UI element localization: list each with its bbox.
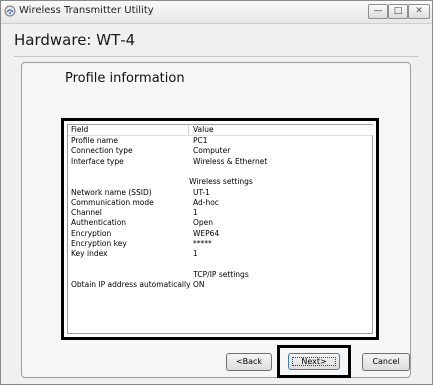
table-row[interactable]: Network name (SSID) UT-1 bbox=[68, 188, 374, 198]
column-divider[interactable] bbox=[188, 125, 189, 135]
field-cell: Encryption key bbox=[71, 239, 127, 248]
field-cell: Encryption bbox=[71, 229, 112, 238]
table-row[interactable]: Profile name PC1 bbox=[68, 136, 374, 146]
maximize-button[interactable]: □ bbox=[388, 4, 408, 19]
field-cell: Obtain IP address automatically bbox=[71, 280, 191, 289]
column-header-value[interactable]: Value bbox=[193, 125, 369, 135]
field-cell: Authentication bbox=[71, 218, 127, 227]
field-cell: Communication mode bbox=[71, 198, 154, 207]
field-cell bbox=[71, 167, 187, 177]
field-cell: Network name (SSID) bbox=[71, 188, 152, 197]
value-cell: PC1 bbox=[193, 136, 208, 145]
table-row[interactable]: Encryption key ***** bbox=[68, 239, 374, 249]
table-row[interactable]: Obtain IP address automatically ON bbox=[68, 280, 374, 290]
field-cell: Connection type bbox=[71, 146, 133, 155]
value-cell: Computer bbox=[193, 146, 231, 155]
value-cell: WEP64 bbox=[193, 229, 220, 238]
value-cell: Ad-hoc bbox=[193, 198, 219, 207]
field-cell: Profile name bbox=[71, 136, 118, 145]
utility-window: Wireless Transmitter Utility — □ ✕ Hardw… bbox=[0, 0, 433, 385]
hardware-title: Hardware: WT‑4 bbox=[14, 31, 136, 49]
column-header-field[interactable]: Field bbox=[71, 125, 187, 135]
title-bar[interactable]: Wireless Transmitter Utility — □ ✕ bbox=[1, 1, 432, 24]
value-cell: ***** bbox=[193, 239, 212, 248]
next-button-highlight: Next> bbox=[277, 345, 351, 378]
value-cell: 1 bbox=[193, 208, 198, 217]
section-heading: TCP/IP settings bbox=[193, 270, 249, 279]
section-heading-row[interactable]: Wireless settings bbox=[68, 177, 374, 187]
field-cell bbox=[71, 260, 187, 270]
table-row[interactable]: Channel 1 bbox=[68, 208, 374, 218]
field-cell: Interface type bbox=[71, 157, 124, 166]
table-row[interactable]: Key index 1 bbox=[68, 249, 374, 259]
value-cell: 1 bbox=[193, 249, 198, 258]
value-cell: ON bbox=[193, 280, 205, 289]
table-row[interactable]: Encryption WEP64 bbox=[68, 229, 374, 239]
table-header: Field Value bbox=[68, 125, 374, 136]
profile-table[interactable]: Field Value Profile name PC1 Connection ty… bbox=[67, 124, 374, 334]
panel-title: Profile information bbox=[65, 71, 185, 86]
next-button[interactable]: Next> bbox=[288, 353, 340, 370]
table-row[interactable]: Connection type Computer bbox=[68, 146, 374, 156]
value-cell: UT-1 bbox=[193, 188, 210, 197]
section-heading: Wireless settings bbox=[189, 177, 253, 186]
value-cell: Wireless & Ethernet bbox=[193, 157, 268, 166]
table-row[interactable]: Communication mode Ad-hoc bbox=[68, 198, 374, 208]
table-row[interactable]: Interface type Wireless & Ethernet bbox=[68, 157, 374, 167]
profile-list-highlight: Field Value Profile name PC1 Connection ty… bbox=[61, 118, 379, 340]
value-cell bbox=[193, 167, 369, 177]
close-button[interactable]: ✕ bbox=[408, 4, 430, 19]
minimize-button[interactable]: — bbox=[368, 4, 388, 19]
table-row[interactable] bbox=[68, 167, 374, 177]
table-row[interactable] bbox=[68, 260, 374, 270]
table-row[interactable]: Authentication Open bbox=[68, 218, 374, 228]
value-cell: Open bbox=[193, 218, 214, 227]
field-cell: Key index bbox=[71, 249, 108, 258]
window-title: Wireless Transmitter Utility bbox=[19, 5, 154, 16]
back-button[interactable]: <Back bbox=[226, 353, 272, 371]
header-divider bbox=[14, 56, 419, 57]
field-cell: Channel bbox=[71, 208, 102, 217]
next-button-label: Next> bbox=[301, 357, 327, 366]
wireless-app-icon bbox=[4, 5, 16, 17]
cancel-button[interactable]: Cancel bbox=[362, 353, 410, 371]
value-cell bbox=[193, 260, 369, 270]
section-heading-row[interactable]: TCP/IP settings bbox=[68, 270, 374, 280]
